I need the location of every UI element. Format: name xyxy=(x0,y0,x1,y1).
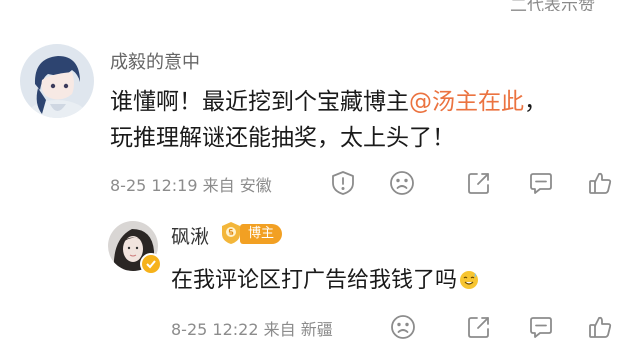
comment-date: 8-25 12:22 xyxy=(171,320,259,339)
comment-date: 8-25 12:19 xyxy=(110,176,198,195)
sad-face-icon[interactable] xyxy=(387,168,417,198)
comment-icon[interactable] xyxy=(526,168,556,198)
comment-text-line: 玩推理解谜还能抽奖，太上头了！ xyxy=(110,125,455,151)
comment-icon[interactable] xyxy=(526,312,556,342)
comment-text: 在我评论区打广告给我钱了吗 xyxy=(171,262,479,294)
comment-text-part: ， xyxy=(524,89,547,115)
top-partial-text: 二代表示赞 xyxy=(510,0,595,11)
report-icon[interactable] xyxy=(328,168,358,198)
share-icon[interactable] xyxy=(464,168,494,198)
comment-location: 来自 新疆 xyxy=(263,320,333,339)
sad-face-icon[interactable] xyxy=(388,312,418,342)
verified-badge-icon xyxy=(140,253,162,275)
sweat-smile-emoji-icon xyxy=(459,270,479,290)
comment-meta: 8-25 12:19 来自 安徽 xyxy=(110,172,272,196)
username[interactable]: 砜湫 xyxy=(171,222,209,249)
comment-meta: 8-25 12:22 来自 新疆 xyxy=(171,316,333,340)
blogger-badge: 博主 xyxy=(240,224,283,244)
comment-location: 来自 安徽 xyxy=(202,176,272,195)
comment-text: 谁懂啊！最近挖到个宝藏博主@汤主在此， 玩推理解谜还能抽奖，太上头了！ xyxy=(110,84,620,156)
thumbs-up-icon[interactable] xyxy=(585,312,615,342)
level-badge-icon xyxy=(221,221,241,245)
thumbs-up-icon[interactable] xyxy=(585,168,615,198)
comment-text-line: 在我评论区打广告给我钱了吗 xyxy=(171,268,458,293)
mention-link[interactable]: @汤主在此 xyxy=(409,89,524,115)
share-icon[interactable] xyxy=(464,312,494,342)
comment-text-part: 谁懂啊！最近挖到个宝藏博主 xyxy=(110,89,409,115)
avatar[interactable] xyxy=(20,44,94,118)
username[interactable]: 成毅的意中 xyxy=(110,48,200,74)
